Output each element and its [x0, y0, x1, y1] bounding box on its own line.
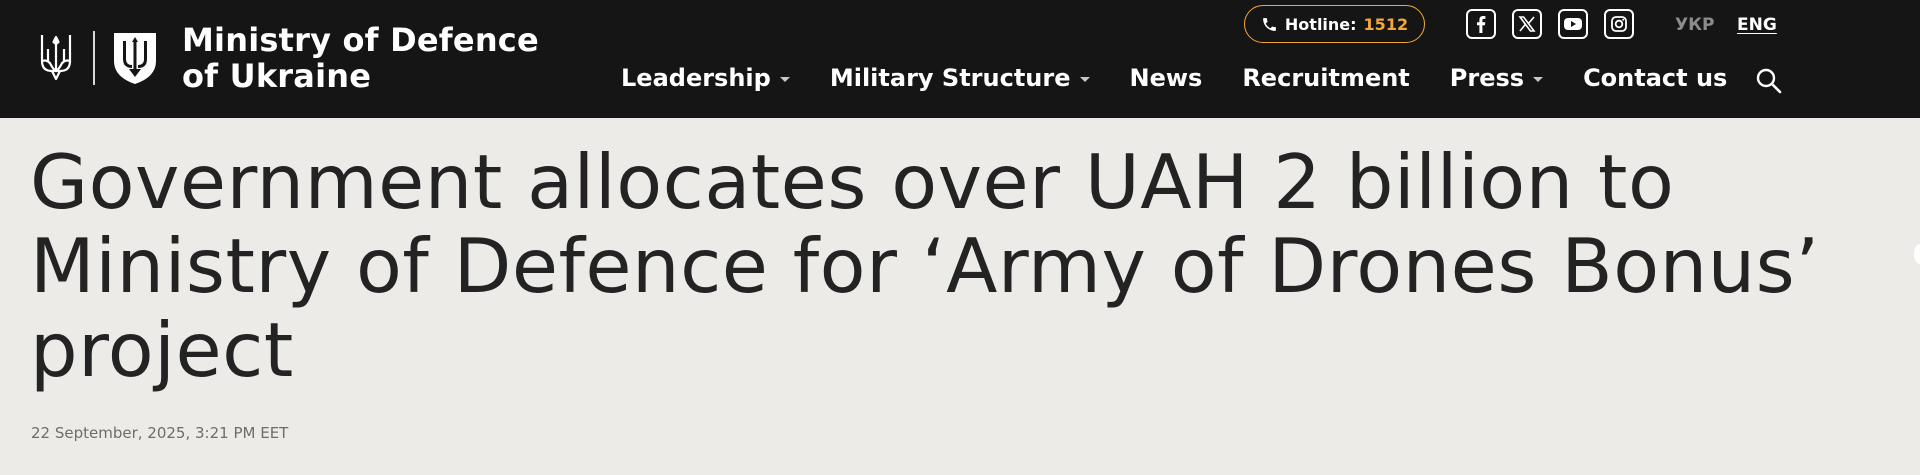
scroll-edge-handle[interactable] [1914, 244, 1920, 264]
nav-item-leadership[interactable]: Leadership [621, 64, 790, 92]
trident-icon [40, 35, 72, 81]
site-name: Ministry of Defence of Ukraine [182, 22, 539, 94]
instagram-link[interactable] [1604, 9, 1634, 39]
lang-ukr-link[interactable]: УКР [1675, 15, 1714, 35]
logo-divider [93, 31, 95, 85]
main-nav: Leadership Military Structure News Recru… [621, 64, 1767, 92]
site-logo[interactable]: Ministry of Defence of Ukraine [38, 20, 539, 96]
chevron-down-icon [1079, 76, 1090, 82]
nav-item-label: Contact us [1583, 64, 1728, 92]
shield-icon [114, 33, 156, 84]
chevron-down-icon [779, 76, 790, 82]
nav-item-press[interactable]: Press [1449, 64, 1544, 92]
instagram-icon [1611, 16, 1627, 32]
nav-item-label: Press [1449, 64, 1525, 92]
social-links [1466, 9, 1634, 39]
nav-item-label: Leadership [621, 64, 771, 92]
nav-item-label: News [1129, 64, 1203, 92]
nav-item-label: Recruitment [1242, 64, 1410, 92]
search-icon [1756, 68, 1782, 94]
lang-eng-link[interactable]: ENG [1737, 15, 1777, 35]
facebook-link[interactable] [1466, 9, 1496, 39]
x-icon [1518, 16, 1536, 32]
youtube-icon [1564, 18, 1582, 30]
facebook-icon [1477, 16, 1486, 33]
search-button[interactable] [1755, 67, 1783, 95]
article-date: 22 September, 2025, 3:21 PM EET [31, 424, 289, 442]
x-link[interactable] [1512, 9, 1542, 39]
nav-item-news[interactable]: News [1130, 64, 1203, 92]
article-title: Government allocates over UAH 2 billion … [30, 138, 1820, 394]
youtube-link[interactable] [1558, 9, 1588, 39]
chevron-down-icon [1533, 76, 1544, 82]
site-name-line2: of Ukraine [182, 57, 372, 95]
hotline-label: Hotline: [1284, 14, 1357, 34]
phone-icon [1263, 17, 1276, 31]
hotline-number: 1512 [1363, 14, 1409, 34]
hotline-button[interactable]: Hotline: 1512 [1244, 5, 1425, 43]
site-name-line1: Ministry of Defence [182, 21, 539, 59]
nav-item-recruitment[interactable]: Recruitment [1242, 64, 1409, 92]
nav-item-label: Military Structure [829, 64, 1071, 92]
site-header: Ministry of Defence of Ukraine Hotline: … [0, 0, 1920, 118]
nav-item-military-structure[interactable]: Military Structure [830, 64, 1090, 92]
nav-item-contact-us[interactable]: Contact us [1583, 64, 1727, 92]
